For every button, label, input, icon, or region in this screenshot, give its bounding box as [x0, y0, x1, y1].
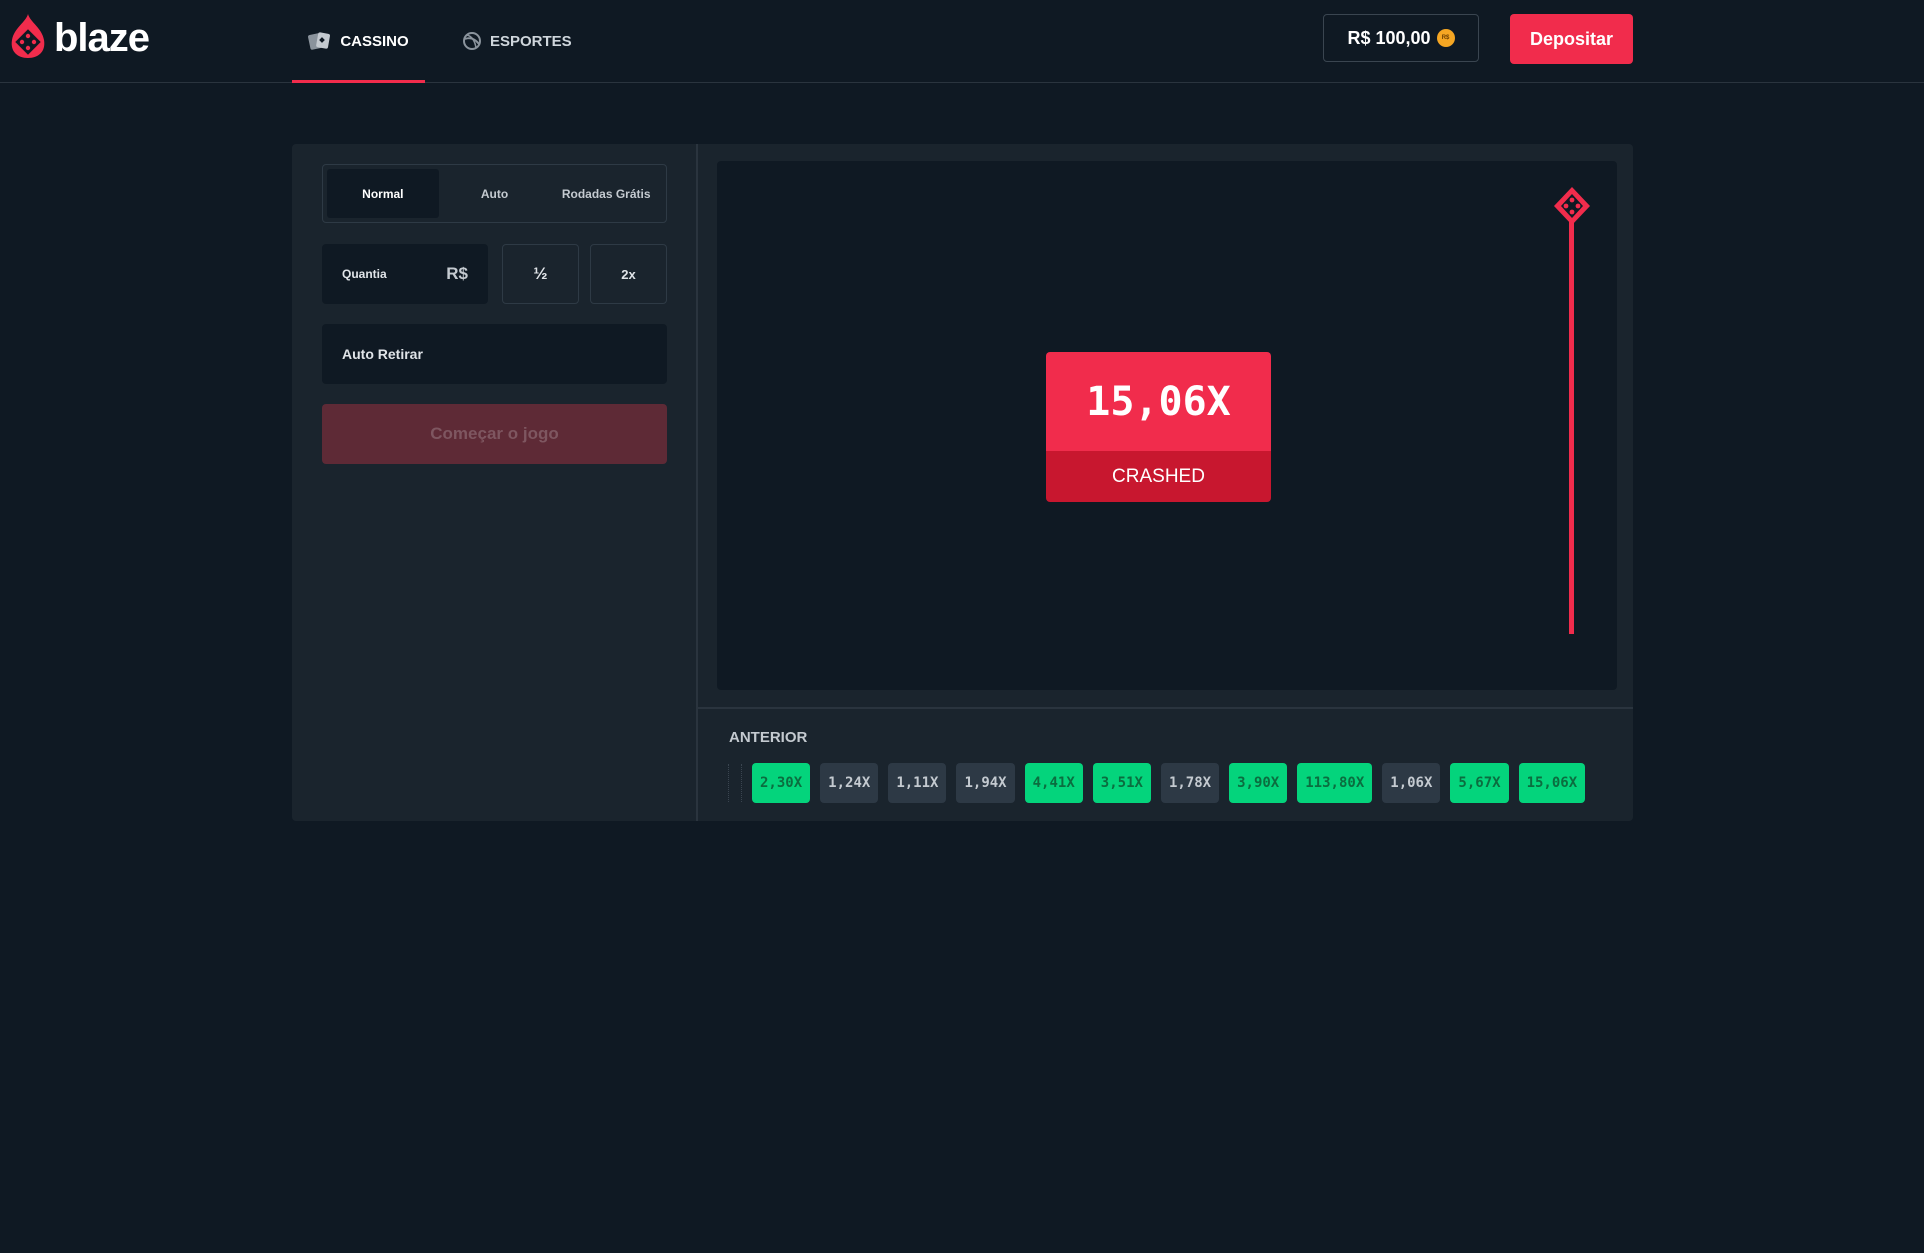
game-canvas: 15,06X CRASHED	[717, 161, 1617, 690]
history-chip[interactable]: 1,78X	[1160, 763, 1220, 803]
cards-icon	[308, 31, 332, 51]
deposit-button[interactable]: Depositar	[1510, 14, 1633, 64]
history-chip[interactable]: 4,41X	[1024, 763, 1083, 803]
crash-game-panel: Normal Auto Rodadas Grátis Quantia R$ ½ …	[292, 144, 1633, 821]
mode-tabs: Normal Auto Rodadas Grátis	[322, 164, 667, 223]
history-chip[interactable]: 1,06X	[1382, 763, 1441, 803]
coin-icon: R$	[1436, 29, 1455, 47]
history-chip[interactable]: 1,11X	[888, 763, 947, 803]
previous-results: ANTERIOR 2,30X 1,24X 1,11X 1,94X 4,41X 3,51X 1…	[698, 707, 1633, 821]
history-chip[interactable]: 1,94X	[956, 763, 1015, 803]
nav-cassino-label: CASSINO	[340, 32, 409, 50]
double-button[interactable]: 2x	[590, 244, 667, 304]
ball-icon	[462, 31, 482, 51]
crash-result-box: 15,06X CRASHED	[1046, 352, 1271, 502]
multiplier-track	[1569, 209, 1574, 634]
history-title: ANTERIOR	[729, 729, 808, 746]
history-chip[interactable]: 3,51X	[1092, 763, 1151, 803]
tab-normal[interactable]: Normal	[327, 169, 439, 218]
history-chip[interactable]: 15,06X	[1518, 763, 1586, 803]
amount-label: Quantia	[342, 267, 387, 281]
amount-input[interactable]: Quantia R$	[322, 244, 488, 304]
crash-multiplier: 15,06X	[1046, 352, 1271, 451]
tab-auto[interactable]: Auto	[439, 169, 551, 218]
start-game-button[interactable]: Começar o jogo	[322, 404, 667, 464]
blaze-logo-icon	[8, 12, 48, 65]
bet-controls: Normal Auto Rodadas Grátis Quantia R$ ½ …	[292, 144, 698, 821]
nav-tab-cassino[interactable]: CASSINO	[292, 0, 425, 83]
history-chip[interactable]: 5,67X	[1450, 763, 1509, 803]
blaze-marker-icon	[1551, 185, 1593, 238]
history-chip[interactable]: 1,24X	[820, 763, 879, 803]
balance-amount: R$ 100,00	[1347, 27, 1431, 48]
nav-esportes-label: ESPORTES	[490, 32, 572, 50]
auto-cashout-input[interactable]: Auto Retirar	[322, 324, 667, 384]
crash-status: CRASHED	[1046, 451, 1271, 502]
history-chip[interactable]: 2,30X	[752, 763, 811, 803]
currency-symbol: R$	[446, 264, 468, 283]
brand-name: blaze	[54, 16, 150, 60]
nav-tab-esportes[interactable]: ESPORTES	[462, 0, 572, 82]
history-scroll-edge[interactable]	[728, 764, 742, 802]
wallet-balance[interactable]: R$ 100,00 R$	[1323, 14, 1479, 62]
top-header: blaze CASSINO ESPORTES R$ 100,00 R$ Depo…	[0, 0, 1924, 83]
history-chip[interactable]: 3,90X	[1229, 763, 1288, 803]
half-button[interactable]: ½	[502, 244, 579, 304]
history-list: 2,30X 1,24X 1,11X 1,94X 4,41X 3,51X 1,78X 3,90X…	[728, 763, 1595, 803]
tab-rodadas-gratis[interactable]: Rodadas Grátis	[550, 169, 662, 218]
history-chip[interactable]: 113,80X	[1297, 763, 1373, 803]
blaze-logo[interactable]: blaze	[8, 12, 150, 65]
